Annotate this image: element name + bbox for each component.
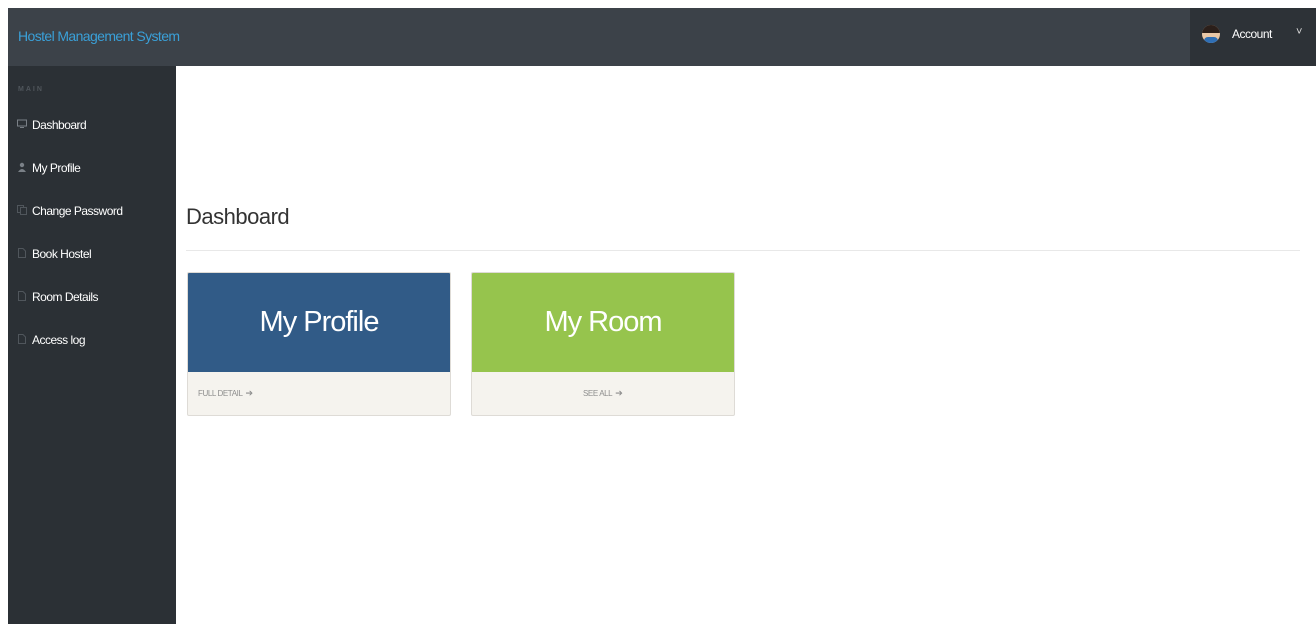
see-all-link[interactable]: SEE ALL ➔ [583,388,623,399]
sidebar-item-label: My Profile [32,161,81,175]
user-icon [17,162,27,172]
copy-icon [17,205,27,215]
account-label[interactable]: Account [1232,27,1272,41]
main-content: Dashboard My Profile FULL DETAIL ➔ My Roo… [176,66,1316,624]
arrow-right-icon: ➔ [245,388,254,398]
sidebar: MAIN Dashboard My Profile Change Passwor… [8,66,176,624]
title-divider [186,250,1300,251]
sidebar-section-label: MAIN [18,86,44,93]
top-navbar: Hostel Management System Account ˅ [8,8,1316,66]
sidebar-item-label: Dashboard [32,118,87,132]
sidebar-item-label: Room Details [32,290,99,304]
chevron-down-icon[interactable]: ˅ [1296,26,1302,38]
arrow-right-icon: ➔ [615,388,623,398]
my-room-card[interactable]: My Room SEE ALL ➔ [471,272,735,416]
sidebar-item-label: Book Hostel [32,247,92,261]
sidebar-item-label: Access log [32,333,86,347]
brand-title[interactable]: Hostel Management System [18,28,180,44]
file-icon [17,291,27,301]
page-title: Dashboard [186,204,290,229]
sidebar-item-dashboard[interactable]: Dashboard [8,105,176,145]
avatar[interactable] [1202,25,1220,43]
app-frame: Hostel Management System Account ˅ MAIN … [8,8,1316,624]
sidebar-item-label: Change Password [32,204,123,218]
file-icon [17,334,27,344]
card-title[interactable]: My Profile [188,273,450,372]
card-footer: FULL DETAIL ➔ [188,372,450,415]
monitor-icon [17,119,27,129]
sidebar-item-access-log[interactable]: Access log [8,320,176,360]
my-profile-card[interactable]: My Profile FULL DETAIL ➔ [187,272,451,416]
sidebar-item-book-hostel[interactable]: Book Hostel [8,234,176,274]
sidebar-item-my-profile[interactable]: My Profile [8,148,176,188]
sidebar-item-change-password[interactable]: Change Password [8,191,176,231]
file-icon [17,248,27,258]
card-title[interactable]: My Room [472,273,734,372]
full-detail-link[interactable]: FULL DETAIL ➔ [198,388,253,399]
card-footer: SEE ALL ➔ [472,372,734,415]
account-menu[interactable]: Account ˅ [1190,8,1316,66]
sidebar-item-room-details[interactable]: Room Details [8,277,176,317]
